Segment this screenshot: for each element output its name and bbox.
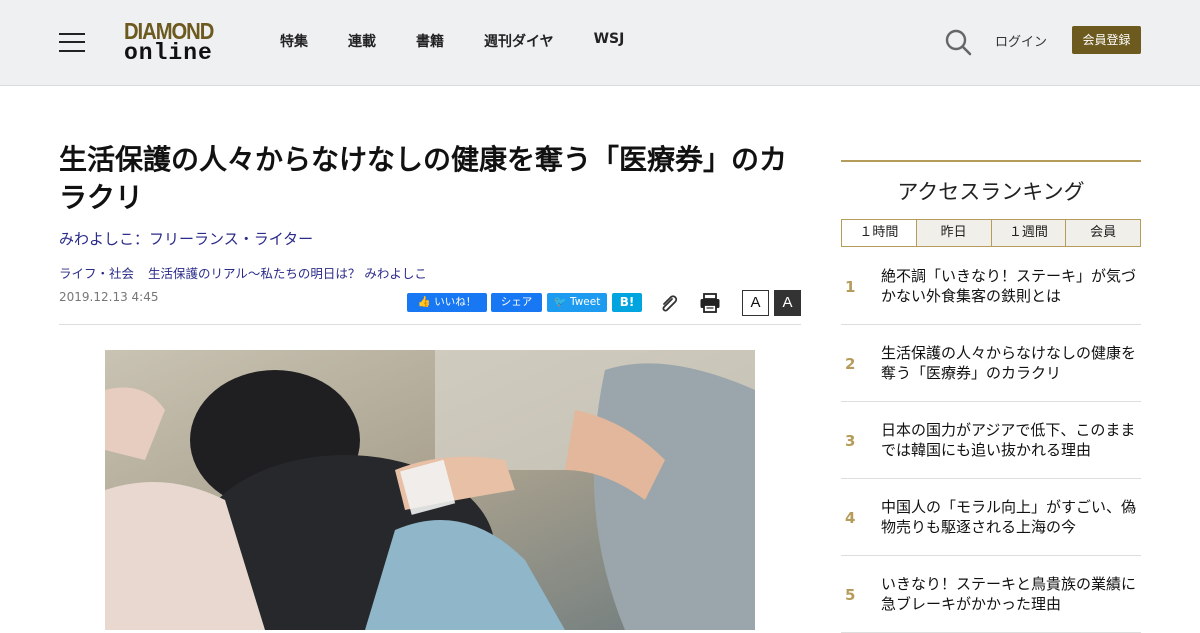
rank-headline[interactable]: 日本の国力がアジアで低下、このままでは韓国にも追い抜かれる理由 [881,420,1141,460]
ranking-item[interactable]: 4 中国人の「モラル向上」がすごい、偽物売りも駆逐される上海の今 [841,479,1141,556]
ranking-title: アクセスランキング [897,180,1085,204]
tab-yesterday[interactable]: 昨日 [915,220,991,246]
rank-number: 4 [845,509,856,527]
rank-headline[interactable]: 生活保護の人々からなけなしの健康を奪う「医療券」のカラクリ [881,343,1141,383]
author-link[interactable]: みわよしこ：フリーランス・ライター [59,228,313,249]
logo-line1: DIAMOND [124,18,214,44]
nav-item-series[interactable]: 連載 [348,31,376,51]
site-header: DIAMOND online 特集 連載 書籍 週刊ダイヤ WSJ ログイン 会… [0,0,1200,86]
ranking-item[interactable]: 2 生活保護の人々からなけなしの健康を奪う「医療券」のカラクリ [841,325,1141,402]
tab-1-hour[interactable]: １時間 [842,220,916,246]
tweet-label: Tweet [570,296,601,308]
ranking-tabs: １時間 昨日 １週間 会員 [841,219,1141,247]
rank-number: 2 [845,355,856,373]
paperclip-icon[interactable] [658,292,680,314]
facebook-share-button[interactable]: シェア [491,293,542,312]
divider [59,324,801,325]
ranking-top-border [841,160,1141,162]
publish-date: 2019.12.13 4:45 [59,290,159,304]
rank-headline[interactable]: 中国人の「モラル向上」がすごい、偽物売りも駆逐される上海の今 [881,497,1141,537]
article-title: 生活保護の人々からなけなしの健康を奪う「医療券」のカラクリ [59,143,788,214]
menu-icon[interactable] [59,31,85,53]
nav-item-wsj[interactable]: WSJ [594,31,625,51]
ranking-item[interactable]: 3 日本の国力がアジアで低下、このままでは韓国にも追い抜かれる理由 [841,402,1141,479]
nav-item-books[interactable]: 書籍 [416,31,444,51]
site-logo[interactable]: DIAMOND online [124,20,228,66]
tab-members[interactable]: 会員 [1065,220,1140,246]
thumbs-up-icon: 👍 [417,296,431,308]
rank-headline[interactable]: 絶不調「いきなり！ステーキ」が気づかない外食集客の鉄則とは [881,266,1141,306]
ranking-item[interactable]: 1 絶不調「いきなり！ステーキ」が気づかない外食集客の鉄則とは [841,248,1141,325]
print-icon[interactable] [699,292,721,314]
rank-headline[interactable]: いきなり！ステーキと鳥貴族の業績に急ブレーキがかかった理由 [881,574,1141,614]
tag-category[interactable]: ライフ・社会 [59,263,134,282]
hatena-bookmark-button[interactable]: B! [612,293,642,312]
font-size-large-button[interactable]: A [774,290,801,316]
ranking-item[interactable]: 5 いきなり！ステーキと鳥貴族の業績に急ブレーキがかかった理由 [841,556,1141,633]
facebook-like-button[interactable]: 👍 いいね！ [407,293,487,312]
main-nav: 特集 連載 書籍 週刊ダイヤ WSJ [280,31,664,51]
tag-series[interactable]: 生活保護のリアル～私たちの明日は？ みわよしこ [148,263,427,282]
tab-1-week[interactable]: １週間 [990,220,1066,246]
nav-item-feature[interactable]: 特集 [280,31,308,51]
twitter-bird-icon: 🐦 [553,296,567,308]
logo-line2: online [124,40,213,66]
ranking-list: 1 絶不調「いきなり！ステーキ」が気づかない外食集客の鉄則とは 2 生活保護の人… [841,248,1141,633]
rank-number: 5 [845,586,856,604]
tweet-button[interactable]: 🐦 Tweet [547,293,607,312]
hero-image [105,350,755,630]
register-button[interactable]: 会員登録 [1072,26,1141,54]
login-link[interactable]: ログイン [995,31,1047,50]
font-size-normal-button[interactable]: A [742,290,769,316]
article-tags: ライフ・社会 生活保護のリアル～私たちの明日は？ みわよしこ [59,263,427,282]
nav-item-weekly[interactable]: 週刊ダイヤ [484,31,554,51]
rank-number: 3 [845,432,856,450]
rank-number: 1 [845,278,856,296]
facebook-like-label: いいね！ [434,296,477,308]
search-icon[interactable] [944,28,972,56]
